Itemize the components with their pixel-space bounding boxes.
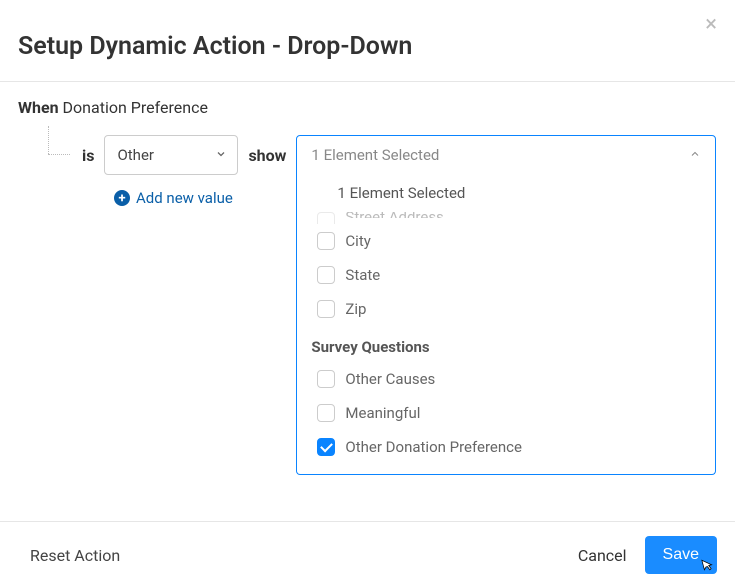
save-button[interactable]: Save xyxy=(645,536,717,574)
dropdown-option[interactable]: Meaningful xyxy=(297,396,715,430)
add-value-label: Add new value xyxy=(136,189,233,207)
footer-actions: Cancel Save xyxy=(578,536,717,574)
chevron-up-icon xyxy=(689,146,701,164)
dropdown-option-label: State xyxy=(345,266,380,284)
cancel-button[interactable]: Cancel xyxy=(578,546,627,565)
dropdown-option-label: Street Address xyxy=(345,212,443,218)
show-label: show xyxy=(248,146,286,165)
dialog-footer: Reset Action Cancel Save xyxy=(0,521,735,588)
dropdown-list[interactable]: Street Address City State Zip Survey xyxy=(297,212,715,474)
chevron-down-icon xyxy=(215,146,227,164)
when-line: When Donation Preference xyxy=(18,98,717,117)
dropdown-option[interactable]: Other Donation Preference xyxy=(297,430,715,464)
checkbox-unchecked-icon[interactable] xyxy=(317,212,335,224)
tree-connector xyxy=(30,126,72,166)
dropdown-option-label: Other Donation Preference xyxy=(345,438,522,456)
dropdown-option-label: Zip xyxy=(345,300,366,318)
element-select-wrap: 1 Element Selected 1 Element Selected St… xyxy=(296,135,717,175)
condition-section: When Donation Preference is Other show 1… xyxy=(0,82,735,207)
plus-circle-icon: + xyxy=(114,190,130,206)
dropdown-option[interactable]: Street Address xyxy=(297,212,715,224)
is-label: is xyxy=(82,146,94,165)
reset-action-link[interactable]: Reset Action xyxy=(30,546,120,565)
dropdown-option-label: Meaningful xyxy=(345,404,420,422)
close-icon[interactable]: × xyxy=(705,14,717,36)
dropdown-group-header: Survey Questions xyxy=(297,326,715,362)
dropdown-option[interactable]: City xyxy=(297,224,715,258)
element-select[interactable]: 1 Element Selected xyxy=(296,135,716,175)
checkbox-unchecked-icon[interactable] xyxy=(317,370,335,388)
value-select[interactable]: Other xyxy=(104,135,238,175)
element-select-summary: 1 Element Selected xyxy=(311,146,439,164)
checkbox-unchecked-icon[interactable] xyxy=(317,232,335,250)
element-dropdown-panel: 1 Element Selected Street Address City S… xyxy=(296,174,716,475)
dropdown-option[interactable]: State xyxy=(297,258,715,292)
checkbox-checked-icon[interactable] xyxy=(317,438,335,456)
checkbox-unchecked-icon[interactable] xyxy=(317,300,335,318)
checkbox-unchecked-icon[interactable] xyxy=(317,404,335,422)
rule-row: is Other show 1 Element Selected 1 Eleme… xyxy=(30,135,717,175)
when-label: When xyxy=(18,98,59,117)
add-new-value-link[interactable]: + Add new value xyxy=(114,189,233,207)
dialog-header: Setup Dynamic Action - Drop-Down xyxy=(0,0,735,81)
when-field-name: Donation Preference xyxy=(63,98,208,117)
dropdown-option[interactable]: Zip xyxy=(297,292,715,326)
dialog-title: Setup Dynamic Action - Drop-Down xyxy=(18,32,717,61)
value-select-text: Other xyxy=(117,146,154,164)
dropdown-option-label: Other Causes xyxy=(345,370,435,388)
dropdown-option[interactable]: Other Causes xyxy=(297,362,715,396)
dropdown-panel-header: 1 Element Selected xyxy=(297,174,715,212)
dropdown-option-label: City xyxy=(345,232,370,250)
checkbox-unchecked-icon[interactable] xyxy=(317,266,335,284)
